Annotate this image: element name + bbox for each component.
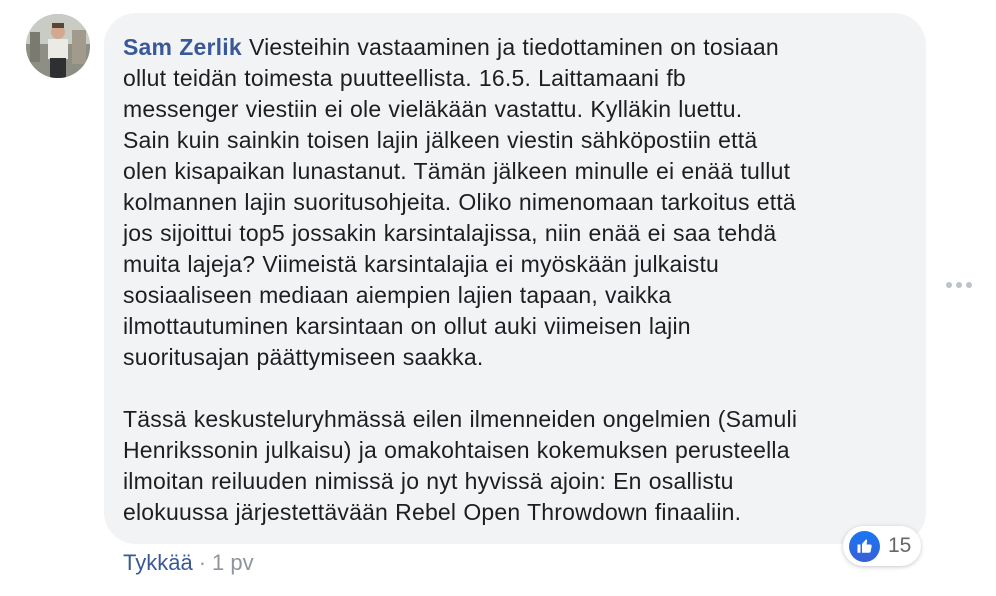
more-options-icon[interactable] [944, 276, 974, 294]
comment-line: Sain kuin sainkin toisen lajin jälkeen v… [123, 127, 758, 153]
comment-line: Sam Zerlik Viesteihin vastaaminen ja tie… [123, 32, 902, 63]
comment-text: Sam Zerlik Viesteihin vastaaminen ja tie… [123, 32, 902, 528]
comment-line: kolmannen lajin suoritusohjeita. Oliko n… [123, 189, 796, 215]
dot [956, 282, 962, 288]
reaction-summary[interactable]: 15 [843, 526, 921, 566]
avatar-photo [26, 14, 90, 78]
reaction-count: 15 [888, 534, 912, 557]
comment-line-text: Viesteihin vastaaminen ja tiedottaminen … [248, 34, 779, 60]
separator: · [198, 550, 207, 575]
comment-line: sosiaaliseen mediaan aiempien lajien tap… [123, 282, 672, 308]
comment-paragraph-2: Tässä keskusteluryhmässä eilen ilmenneid… [123, 404, 902, 528]
comment-actions: Tykkää · 1 pv [123, 548, 254, 578]
comment-paragraph-1: Sam Zerlik Viesteihin vastaaminen ja tie… [123, 32, 902, 373]
comment-line: ilmottautuminen karsintaan on ollut auki… [123, 313, 691, 339]
comment-line: ollut teidän toimesta puutteellista. 16.… [123, 65, 686, 91]
thumbs-up-icon [849, 530, 880, 562]
like-button[interactable]: Tykkää [123, 550, 193, 575]
comment-line: Tässä keskusteluryhmässä eilen ilmenneid… [123, 406, 798, 432]
comment-line: messenger viestiin ei ole vieläkään vast… [123, 96, 743, 122]
comment-bubble: Sam Zerlik Viesteihin vastaaminen ja tie… [104, 13, 926, 544]
comment-line: Henrikssonin julkaisu) ja omakohtaisen k… [123, 437, 790, 463]
comment-line: ilmoitan reiluuden nimissä jo nyt hyviss… [123, 468, 734, 494]
comment-line: olen kisapaikan lunastanut. Tämän jälkee… [123, 158, 791, 184]
avatar[interactable] [26, 14, 90, 78]
timestamp[interactable]: 1 pv [212, 550, 254, 575]
dot [966, 282, 972, 288]
comment-line: jos sijoittui top5 jossakin karsintalaji… [123, 220, 777, 246]
comment-line: elokuussa järjestettävään Rebel Open Thr… [123, 499, 742, 525]
author-name[interactable]: Sam Zerlik [123, 34, 242, 60]
comment-line: muita lajeja? Viimeistä karsintalajia ei… [123, 251, 720, 277]
dot [946, 282, 952, 288]
comment-line: suoritusajan päättymiseen saakka. [123, 344, 484, 370]
